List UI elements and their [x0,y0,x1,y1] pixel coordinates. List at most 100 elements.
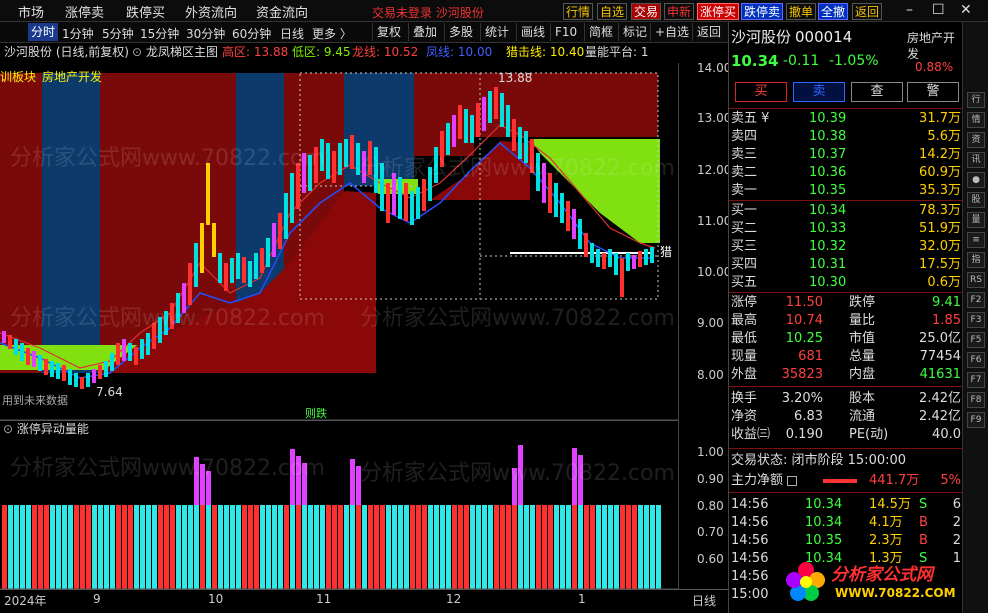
tool-overlay[interactable]: 叠加 [408,23,437,41]
volume-bar [26,505,31,589]
candle [38,355,42,371]
btn-cancel[interactable]: 撤单 [786,3,817,20]
candle [248,261,252,287]
sell-button[interactable]: 卖 [793,82,845,102]
kline-chart[interactable] [0,43,728,613]
strip-button[interactable]: F3 [967,312,985,328]
flow-menu-icon[interactable] [787,476,797,486]
main-flow-pct: 5% [940,473,961,488]
volume-bar [110,505,115,589]
menu-limit-down-buy[interactable]: 跌停买 [126,2,165,21]
query-button[interactable]: 查 [851,82,903,102]
volume-bar [542,505,547,589]
stat-value: 3.20% [781,391,823,406]
btn-watchlist[interactable]: 自选 [597,3,628,20]
strip-button[interactable]: F2 [967,292,985,308]
strip-button[interactable]: F6 [967,352,985,368]
strip-button[interactable]: 股 [967,192,985,208]
tab-daily[interactable]: 日线 [280,25,304,42]
volume-bar [176,505,181,589]
minimize-icon[interactable]: – [906,2,913,18]
volume-bar [518,505,523,589]
tool-stats[interactable]: 统计 [480,23,509,41]
tab-more[interactable]: 更多 〉 [312,25,352,42]
ask-row: 卖一 10.35 35.3万 [729,182,963,200]
strip-button[interactable]: 资 [967,132,985,148]
tab-intraday[interactable]: 分时 [28,23,59,41]
tool-adjust[interactable]: 复权 [372,23,401,41]
tab-5min[interactable]: 5分钟 [102,25,134,42]
candle [104,361,108,377]
strip-button[interactable]: 指 [967,252,985,268]
btn-limit-down-sell[interactable]: 跌停卖 [741,3,784,20]
menu-limit-up-sell[interactable]: 涨停卖 [65,2,104,21]
tool-mark[interactable]: 标记 [618,23,647,41]
menu-capital-flow[interactable]: 资金流向 [256,2,308,21]
bid-label: 买五 [731,275,758,290]
tab-15min[interactable]: 15分钟 [140,25,179,42]
bid-price: 10.34 [809,203,847,218]
tool-back[interactable]: 返回 [692,23,721,41]
indicator-toggle-icon[interactable]: ⊙ [132,43,142,62]
tab-60min[interactable]: 60分钟 [232,25,271,42]
strip-button[interactable]: ● [967,172,985,188]
volume-bar [224,505,229,589]
btn-limit-up-buy[interactable]: 涨停买 [697,3,740,20]
volume-bar [314,505,319,589]
volume-bar [152,505,157,589]
tick-count: 2 [952,533,961,548]
alert-button[interactable]: 警 [907,82,959,102]
sub-indicator-name[interactable]: 涨停异动量能 [17,422,89,436]
btn-trade[interactable]: 交易 [631,3,662,20]
volume-bar [254,505,259,589]
maximize-icon[interactable]: ☐ [932,2,945,18]
period-label[interactable]: 日线 [692,592,716,609]
btn-cancel-all[interactable]: 全撤 [818,3,849,20]
candle [134,347,138,365]
candle [68,369,72,385]
menu-market[interactable]: 市场 [18,2,44,21]
ask-price: 10.37 [809,147,847,162]
strip-button[interactable]: 行 [967,92,985,108]
sub-tick: 0.60 [697,552,724,566]
stat-row: 换手 3.20% 股本 2.42亿 [729,390,963,408]
menu-foreign-flow[interactable]: 外资流向 [185,2,237,21]
candle [374,147,378,193]
ask-price: 10.39 [809,111,847,126]
price-tick: 8.00 [697,368,724,382]
volume-bar [638,505,643,589]
ask-row: 卖二 10.36 60.9万 [729,164,963,182]
btn-quote[interactable]: 行情 [563,3,594,20]
strip-button[interactable]: RS [967,272,985,288]
stat-label: 外盘 [731,367,758,382]
indicator-name[interactable]: 龙凤梯区主图 [146,43,218,62]
strip-button[interactable]: ≡ [967,232,985,248]
strip-button[interactable]: 量 [967,212,985,228]
strip-button[interactable]: 讯 [967,152,985,168]
buy-button[interactable]: 买 [735,82,787,102]
tool-multi[interactable]: 多股 [444,23,473,41]
strip-button[interactable]: F8 [967,392,985,408]
volume-bar [548,505,553,589]
tool-simple[interactable]: 简框 [584,23,613,41]
tab-30min[interactable]: 30分钟 [186,25,225,42]
candle [212,223,216,257]
sub-indicator-toggle-icon[interactable]: ⊙ [3,422,13,436]
strip-button[interactable]: F9 [967,412,985,428]
candle [62,365,66,381]
btn-new[interactable]: 申新 [664,3,695,20]
tool-add-watch[interactable]: +自选 [650,23,689,41]
volume-bar [194,505,199,589]
candle [170,303,174,329]
tool-draw[interactable]: 画线 [516,23,545,41]
volume-bar [2,505,7,589]
tool-f10[interactable]: F10 [550,23,577,41]
strip-button[interactable]: F5 [967,332,985,348]
close-icon[interactable]: ✕ [960,2,972,18]
tab-1min[interactable]: 1分钟 [62,25,94,42]
strip-button[interactable]: 情 [967,112,985,128]
stat-row: 现量 681 总量 77454 [729,348,963,366]
btn-back[interactable]: 返回 [852,3,883,20]
volume-bar [440,505,445,589]
strip-button[interactable]: F7 [967,372,985,388]
